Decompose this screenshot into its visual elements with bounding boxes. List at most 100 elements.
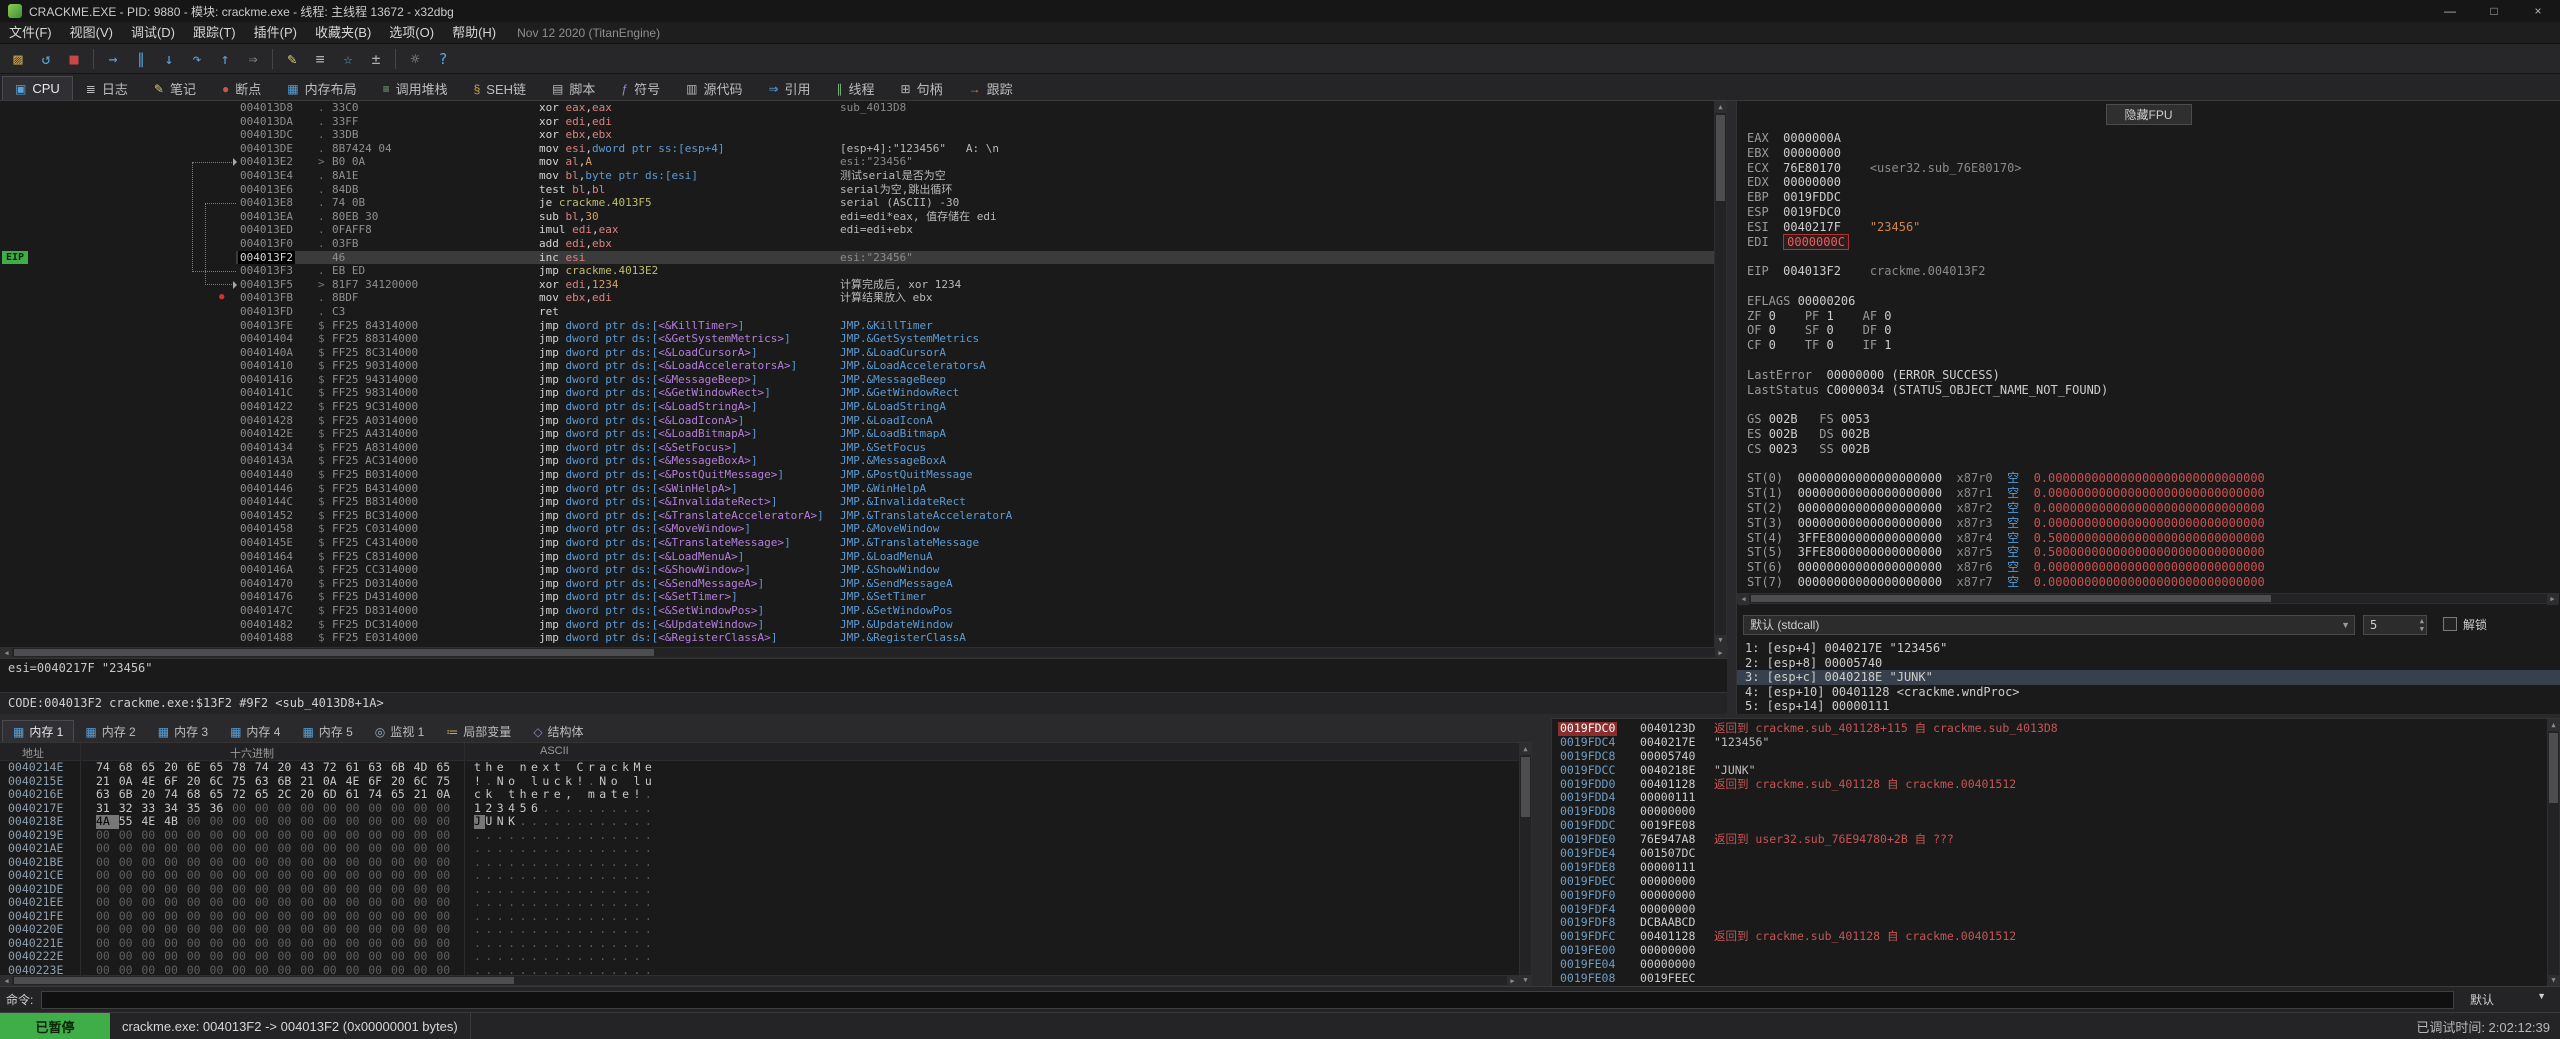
run-icon[interactable]: → <box>100 47 126 71</box>
hex-byte[interactable]: 00 <box>119 868 142 883</box>
dump-row[interactable]: 004021CE 00 00 00 00 00 00 00 00 00 00 00 00 00 00 00 00… <box>0 868 1519 883</box>
hex-byte[interactable]: 00 <box>300 828 323 843</box>
tab-结构体[interactable]: ◇ 结构体 <box>522 720 594 742</box>
ascii-char[interactable]: . <box>520 949 531 964</box>
tab-笔记[interactable]: ✎ 笔记 <box>141 76 209 100</box>
hex-byte[interactable]: 00 <box>255 895 278 910</box>
hex-byte[interactable]: 00 <box>119 895 142 910</box>
hex-byte[interactable]: 00 <box>119 841 142 856</box>
hex-byte[interactable]: 6B <box>391 761 414 775</box>
hex-byte[interactable]: 00 <box>232 801 255 816</box>
hex-byte[interactable]: 00 <box>209 909 232 924</box>
hex-byte[interactable]: 00 <box>255 909 278 924</box>
ascii-char[interactable]: u <box>542 774 553 789</box>
hex-byte[interactable]: 00 <box>187 909 210 924</box>
hex-byte[interactable]: 75 <box>436 774 459 789</box>
hex-byte[interactable]: 00 <box>164 895 187 910</box>
hex-byte[interactable]: 00 <box>300 895 323 910</box>
disasm-row-00401464[interactable]: 00401464 $ FF25 C8314000 jmp dword ptr ds:[… <box>0 550 1714 564</box>
ascii-char[interactable] <box>508 761 519 775</box>
hex-byte[interactable]: 00 <box>436 895 459 910</box>
hex-byte[interactable]: 00 <box>278 855 301 870</box>
hex-byte[interactable]: 00 <box>187 855 210 870</box>
ascii-char[interactable]: . <box>588 801 599 816</box>
hex-byte[interactable]: 00 <box>255 801 278 816</box>
hex-byte[interactable]: 00 <box>278 868 301 883</box>
ascii-char[interactable]: . <box>485 909 496 924</box>
hex-byte[interactable]: 00 <box>119 828 142 843</box>
disassembly-pane[interactable]: 004013D8. 33C0 xor eax,eax sub_4013D8 004013… <box>0 101 1727 647</box>
hex-byte[interactable]: 00 <box>164 868 187 883</box>
hex-byte[interactable]: 00 <box>391 895 414 910</box>
hex-byte[interactable]: 6C <box>414 774 437 789</box>
ascii-char[interactable]: . <box>633 814 644 829</box>
hex-byte[interactable]: 4D <box>414 761 437 775</box>
disasm-row-004013DE[interactable]: 004013DE. 8B7424 04 mov esi,dword ptr ss:[… <box>0 142 1714 156</box>
ascii-char[interactable]: . <box>577 828 588 843</box>
dump-row[interactable]: 0040221E 00 00 00 00 00 00 00 00 00 00 00 00 00 00 00 00… <box>0 936 1519 951</box>
ascii-char[interactable]: . <box>474 909 485 924</box>
ascii-char[interactable]: . <box>611 855 622 870</box>
hex-byte[interactable]: 00 <box>414 841 437 856</box>
hex-byte[interactable]: 00 <box>278 882 301 897</box>
ascii-char[interactable]: . <box>508 882 519 897</box>
hex-byte[interactable]: 6B <box>119 787 142 802</box>
ascii-char[interactable]: . <box>622 828 633 843</box>
maximize-button[interactable]: □ <box>2472 0 2516 22</box>
stack-vscrollbar[interactable]: ▲ ▼ <box>2547 719 2560 986</box>
ascii-char[interactable]: . <box>497 828 508 843</box>
hex-byte[interactable]: 00 <box>232 949 255 964</box>
ascii-char[interactable]: . <box>508 963 519 975</box>
ascii-char[interactable]: . <box>565 936 576 951</box>
hex-byte[interactable]: 00 <box>96 868 119 883</box>
hex-byte[interactable]: 00 <box>96 855 119 870</box>
hex-byte[interactable]: 00 <box>164 828 187 843</box>
hex-byte[interactable]: 00 <box>300 882 323 897</box>
hex-byte[interactable]: 00 <box>368 882 391 897</box>
hex-byte[interactable]: 20 <box>391 774 414 789</box>
ascii-char[interactable]: l <box>531 774 542 789</box>
scroll-right-icon[interactable]: ▶ <box>1507 976 1518 986</box>
hex-byte[interactable]: 00 <box>300 801 323 816</box>
hex-byte[interactable]: 00 <box>391 814 414 829</box>
hex-byte[interactable]: 00 <box>209 814 232 829</box>
hex-byte[interactable]: 00 <box>391 909 414 924</box>
ascii-char[interactable]: . <box>542 949 553 964</box>
hex-byte[interactable]: 00 <box>232 895 255 910</box>
hex-byte[interactable]: 00 <box>436 922 459 937</box>
hex-byte[interactable]: 00 <box>119 963 142 975</box>
edit-icon[interactable]: ✎ <box>279 47 305 71</box>
hex-byte[interactable]: 74 <box>164 787 187 802</box>
ascii-char[interactable]: . <box>485 882 496 897</box>
ascii-char[interactable]: C <box>577 761 588 775</box>
hex-byte[interactable]: 00 <box>187 841 210 856</box>
register-line[interactable]: ST(1) 00000000000000000000 x87r1 空 0.000… <box>1747 486 2558 501</box>
hex-byte[interactable]: 00 <box>300 936 323 951</box>
hex-byte[interactable]: 00 <box>119 855 142 870</box>
ascii-char[interactable]: . <box>497 841 508 856</box>
disasm-row-00401422[interactable]: 00401422 $ FF25 9C314000 jmp dword ptr ds:[… <box>0 400 1714 414</box>
hex-byte[interactable]: 00 <box>391 936 414 951</box>
hex-byte[interactable]: 00 <box>164 882 187 897</box>
stack-row[interactable]: 0019FDFC 00401128 返回到 crackme.sub_401128 自… <box>1552 929 2546 944</box>
ascii-char[interactable]: . <box>474 841 485 856</box>
hex-byte[interactable]: 00 <box>96 949 119 964</box>
ascii-char[interactable]: . <box>599 963 610 975</box>
ascii-char[interactable]: . <box>588 855 599 870</box>
dump-row[interactable]: 004021DE 00 00 00 00 00 00 00 00 00 00 00 00 00 00 00 00… <box>0 882 1519 897</box>
hex-byte[interactable]: 00 <box>414 882 437 897</box>
ascii-char[interactable]: . <box>520 855 531 870</box>
tab-局部变量[interactable]: ≔ 局部变量 <box>435 720 522 742</box>
hex-byte[interactable]: 00 <box>141 841 164 856</box>
hex-byte[interactable]: 6E <box>187 761 210 775</box>
disasm-row-004013E6[interactable]: 004013E6. 84DB test bl,bl serial为空,跳出循环 <box>0 183 1714 197</box>
hex-byte[interactable]: 00 <box>323 801 346 816</box>
disasm-row-00401434[interactable]: 00401434 $ FF25 A8314000 jmp dword ptr ds:[… <box>0 441 1714 455</box>
hex-byte[interactable]: 00 <box>255 828 278 843</box>
ascii-char[interactable]: . <box>508 841 519 856</box>
hex-byte[interactable]: 00 <box>255 841 278 856</box>
hex-byte[interactable]: 00 <box>278 814 301 829</box>
hex-byte[interactable]: 00 <box>119 922 142 937</box>
disasm-row-00401488[interactable]: 00401488 $ FF25 E0314000 jmp dword ptr ds:[… <box>0 631 1714 645</box>
hex-byte[interactable]: 00 <box>209 882 232 897</box>
